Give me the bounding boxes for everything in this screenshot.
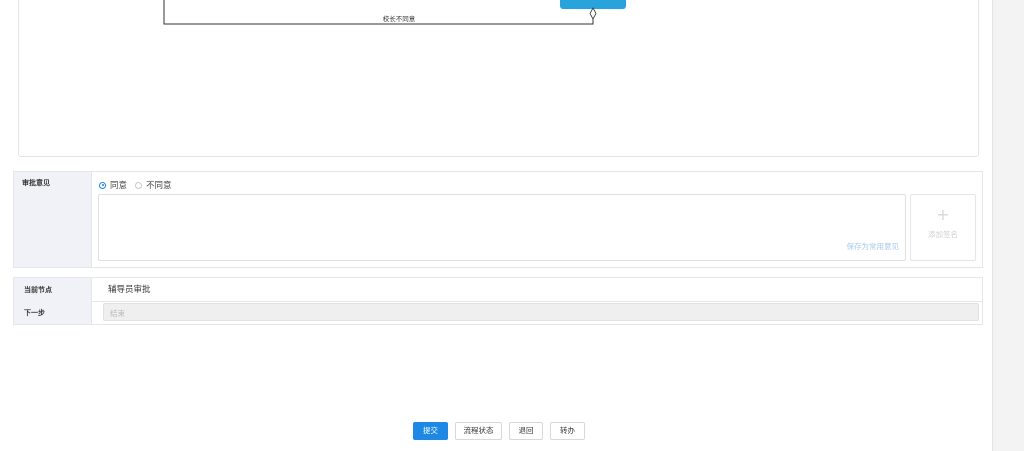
flow-chart-diagram: [163, 0, 626, 25]
opinion-textarea[interactable]: 保存为常用意见: [98, 194, 906, 261]
next-step-select[interactable]: 结束: [103, 303, 979, 321]
current-node-value: 辅导员审批: [108, 285, 151, 295]
disagree-radio-label[interactable]: 不同意: [146, 179, 172, 191]
form-page: 校长不同意 审批意见 同意 不同意 保存为常用意见 + 添加签名 当前节点 辅导…: [0, 0, 993, 451]
flow-status-button[interactable]: 流程状态: [455, 422, 502, 440]
current-node-row: 当前节点 辅导员审批: [14, 278, 982, 302]
approval-opinion-label: 审批意见: [14, 172, 92, 267]
flow-edge-label: 校长不同意: [382, 15, 416, 23]
save-common-opinion-link[interactable]: 保存为常用意见: [847, 241, 900, 252]
approval-opinion-section: 审批意见 同意 不同意 保存为常用意见 + 添加签名: [13, 171, 983, 268]
next-step-label: 下一步: [14, 301, 92, 324]
agree-radio-label[interactable]: 同意: [110, 179, 127, 191]
approval-radio-group: 同意 不同意: [99, 179, 180, 191]
flow-chart-canvas: 校长不同意: [18, 0, 979, 157]
next-step-value: 结束: [110, 309, 125, 318]
plus-icon: +: [936, 205, 950, 224]
return-button[interactable]: 退回: [509, 422, 543, 440]
action-bar: 提交 流程状态 退回 转办: [413, 422, 592, 440]
submit-button[interactable]: 提交: [413, 422, 448, 440]
disagree-radio[interactable]: [135, 181, 143, 189]
node-info-table: 当前节点 辅导员审批 下一步 结束: [13, 277, 983, 325]
add-signature-button[interactable]: + 添加签名: [910, 194, 976, 261]
flow-edge-diamond-marker: [589, 7, 597, 20]
transfer-button[interactable]: 转办: [550, 422, 585, 440]
add-signature-label: 添加签名: [928, 230, 958, 239]
current-node-label: 当前节点: [14, 278, 92, 301]
agree-radio[interactable]: [99, 181, 106, 189]
next-step-row: 下一步 结束: [14, 301, 982, 324]
